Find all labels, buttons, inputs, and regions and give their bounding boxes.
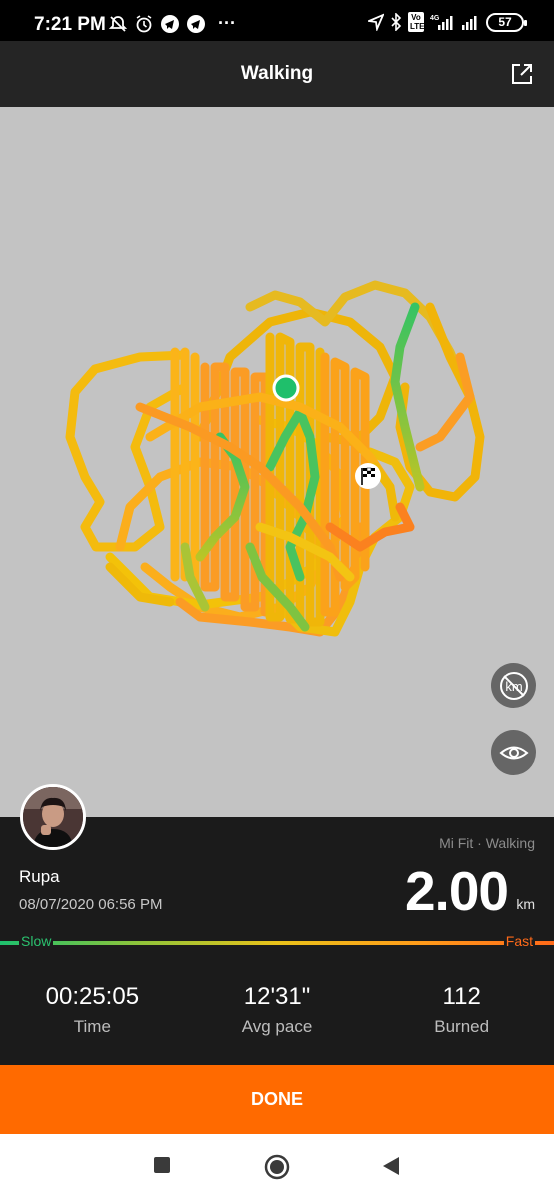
done-button[interactable]: DONE (0, 1065, 554, 1134)
view-toggle-button[interactable] (491, 730, 536, 775)
distance-value: 2.00 (404, 860, 509, 922)
recents-icon[interactable] (153, 1156, 171, 1174)
start-point-icon (272, 374, 300, 402)
eye-icon (498, 746, 529, 759)
user-name: Rupa (19, 867, 60, 886)
battery-indicator: 57 (486, 12, 527, 32)
route-track (65, 280, 485, 637)
stat-time: 00:25:05 Time (0, 983, 185, 1037)
alarm-icon (136, 14, 152, 32)
stat-label: Time (73, 1017, 111, 1036)
home-icon[interactable] (264, 1154, 290, 1180)
stat-label: Burned (434, 1017, 490, 1036)
slow-label: Slow (19, 933, 54, 949)
muted-bell-icon (108, 15, 128, 32)
page-title: Walking (240, 63, 314, 84)
speed-legend-bar: Slow Fast (0, 933, 554, 949)
stat-label: Avg pace (241, 1017, 313, 1036)
distance-unit: km (516, 896, 535, 912)
notification-icons: ··· (108, 13, 236, 34)
bluetooth-icon (391, 13, 402, 31)
more-notifications-icon: ··· (218, 13, 236, 33)
user-photo (23, 787, 83, 847)
fast-label: Fast (503, 933, 535, 949)
route-map[interactable]: km (0, 107, 554, 817)
telegram-icon (187, 14, 205, 33)
workout-datetime: 08/07/2020 06:56 PM (19, 896, 163, 913)
back-icon[interactable] (381, 1156, 401, 1176)
km-markers-toggle-button[interactable]: km (491, 663, 536, 708)
stat-burned: 112 Burned (369, 983, 554, 1037)
system-nav-bar (0, 1134, 554, 1200)
volte-badge: Vo LTE (408, 12, 425, 32)
signal-icon (462, 16, 477, 30)
stat-value: 112 (442, 983, 481, 1010)
stat-avg-pace: 12'31" Avg pace (185, 983, 370, 1037)
system-icons: Vo LTE 4G 57 (368, 12, 527, 32)
app-bar: Walking (0, 41, 554, 107)
workout-source: Mi Fit · Walking (439, 835, 535, 851)
status-time: 7:21 PM (34, 14, 106, 35)
svg-text:4G: 4G (430, 15, 440, 22)
telegram-icon (161, 14, 179, 33)
avatar[interactable] (20, 784, 86, 850)
stats-row: 00:25:05 Time 12'31" Avg pace 112 Burned (0, 983, 554, 1037)
finish-flag-icon (355, 463, 381, 489)
stat-value: 00:25:05 (45, 983, 140, 1010)
km-markers-hidden-icon: km (499, 671, 528, 700)
share-icon[interactable] (510, 62, 534, 86)
location-icon (368, 13, 384, 31)
stat-value: 12'31" (243, 983, 311, 1010)
signal-4g-icon: 4G (430, 15, 453, 30)
workout-summary-panel: Mi Fit · Walking Rupa 08/07/2020 06:56 P… (0, 817, 554, 1065)
